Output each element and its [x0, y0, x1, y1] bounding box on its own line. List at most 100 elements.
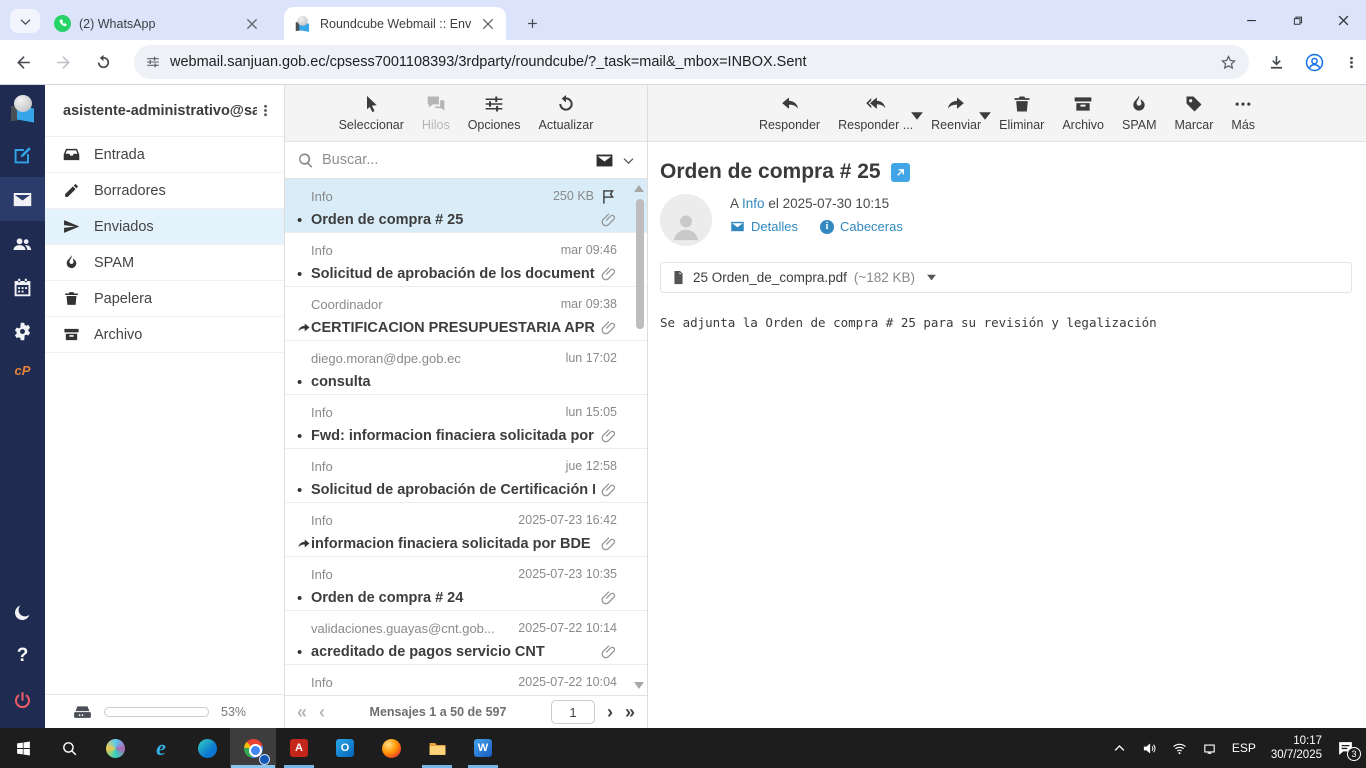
- next-page-button[interactable]: ›: [607, 703, 613, 721]
- unread-dot: •: [297, 643, 303, 661]
- restore-button[interactable]: [1274, 0, 1320, 40]
- cpanel-icon[interactable]: cP: [15, 353, 31, 387]
- nav-compose-button[interactable]: [0, 133, 45, 177]
- nav-settings-button[interactable]: [0, 309, 45, 353]
- message-row[interactable]: Info jue 12:58 • Solicitud de aprobación…: [285, 449, 647, 503]
- seleccionar-button[interactable]: Seleccionar: [330, 94, 413, 132]
- volume-icon[interactable]: [1142, 741, 1157, 756]
- attachment-menu-caret-icon[interactable]: [924, 270, 939, 285]
- page-number-input[interactable]: [550, 700, 595, 724]
- close-tab-icon[interactable]: [480, 16, 496, 32]
- message-row[interactable]: Coordinador mar 09:38 CERTIFICACION PRES…: [285, 287, 647, 341]
- profile-icon[interactable]: [1304, 52, 1325, 73]
- minimize-button[interactable]: [1228, 0, 1274, 40]
- headers-toggle[interactable]: i Cabeceras: [819, 219, 903, 234]
- address-bar[interactable]: webmail.sanjuan.gob.ec/cpsess7001108393/…: [134, 45, 1249, 79]
- tray-chevron-icon[interactable]: [1112, 741, 1127, 756]
- search-icon: [297, 152, 314, 169]
- unread-dot: •: [297, 589, 303, 607]
- close-tab-icon[interactable]: [244, 16, 260, 32]
- sender-avatar: [660, 194, 712, 246]
- responder-button[interactable]: Responder ...: [829, 94, 922, 132]
- attachment-name[interactable]: 25 Orden_de_compra.pdf: [693, 270, 847, 285]
- windows-taskbar: e A O W ESP 10:17 30/7/2025 3: [0, 728, 1366, 768]
- scroll-up-arrow[interactable]: [634, 185, 644, 192]
- folder-item-papelera[interactable]: Papelera: [45, 281, 284, 317]
- folder-item-archivo[interactable]: Archivo: [45, 317, 284, 353]
- start-button[interactable]: [0, 728, 46, 768]
- account-name: asistente-administrativo@sa...: [63, 102, 257, 119]
- reenviar-button[interactable]: Reenviar: [922, 94, 990, 132]
- firefox-icon[interactable]: [368, 728, 414, 768]
- browser-menu-icon[interactable]: [1343, 54, 1360, 71]
- url-text: webmail.sanjuan.gob.ec/cpsess7001108393/…: [170, 54, 807, 70]
- folder-item-entrada[interactable]: Entrada: [45, 137, 284, 173]
- message-row[interactable]: Info 2025-07-23 16:42 informacion finaci…: [285, 503, 647, 557]
- last-page-button[interactable]: »: [625, 703, 635, 721]
- help-icon[interactable]: ?: [0, 634, 45, 678]
- site-info-icon[interactable]: [146, 55, 160, 69]
- marcar-button[interactable]: Marcar: [1166, 94, 1223, 132]
- message-row[interactable]: validaciones.guayas@cnt.gob... 2025-07-2…: [285, 611, 647, 665]
- word-icon[interactable]: W: [460, 728, 506, 768]
- m-s-button[interactable]: Más: [1222, 94, 1264, 132]
- search-input[interactable]: [322, 152, 587, 168]
- nav-contacts-button[interactable]: [0, 221, 45, 265]
- taskbar-search-button[interactable]: [46, 728, 92, 768]
- open-in-new-window-icon[interactable]: [890, 162, 910, 182]
- edge-icon[interactable]: [184, 728, 230, 768]
- downloads-icon[interactable]: [1267, 53, 1286, 72]
- responder-button[interactable]: Responder: [750, 94, 829, 132]
- internet-explorer-icon[interactable]: e: [138, 728, 184, 768]
- recipient-link[interactable]: Info: [742, 196, 765, 211]
- actualizar-button[interactable]: Actualizar: [530, 94, 603, 132]
- message-row[interactable]: Info 2025-07-23 10:35 • Orden de compra …: [285, 557, 647, 611]
- message-row[interactable]: Info lun 15:05 • Fwd: informacion finaci…: [285, 395, 647, 449]
- hilos-button[interactable]: Hilos: [413, 94, 459, 132]
- scroll-down-arrow[interactable]: [634, 682, 644, 689]
- cast-icon[interactable]: [1202, 741, 1217, 756]
- list-scrollbar[interactable]: [636, 199, 644, 329]
- logout-icon[interactable]: [0, 678, 45, 722]
- tab-roundcube[interactable]: Roundcube Webmail :: Enviados: [284, 7, 506, 40]
- nav-mail-button[interactable]: [0, 177, 45, 221]
- eliminar-button[interactable]: Eliminar: [990, 94, 1053, 132]
- notification-center-icon[interactable]: 3: [1337, 740, 1361, 761]
- folder-item-enviados[interactable]: Enviados: [45, 209, 284, 245]
- tab-whatsapp[interactable]: (2) WhatsApp: [44, 7, 270, 40]
- nav-calendar-button[interactable]: [0, 265, 45, 309]
- search-bar: [285, 142, 647, 179]
- attachment-row[interactable]: 25 Orden_de_compra.pdf (~182 KB): [660, 262, 1352, 293]
- account-menu-icon[interactable]: [257, 102, 274, 119]
- spam-button[interactable]: SPAM: [1113, 94, 1166, 132]
- message-row[interactable]: Info 250 KB • Orden de compra # 25: [285, 179, 647, 233]
- copilot-icon[interactable]: [92, 728, 138, 768]
- first-page-button[interactable]: «: [297, 703, 307, 721]
- wifi-icon[interactable]: [1172, 741, 1187, 756]
- bookmark-star-icon[interactable]: [1220, 54, 1237, 71]
- folder-item-spam[interactable]: SPAM: [45, 245, 284, 281]
- archivo-button[interactable]: Archivo: [1053, 94, 1113, 132]
- prev-page-button[interactable]: ‹: [319, 703, 325, 721]
- new-tab-button[interactable]: [520, 11, 544, 35]
- chrome-icon[interactable]: [230, 728, 276, 768]
- close-window-button[interactable]: [1320, 0, 1366, 40]
- message-row[interactable]: Info 2025-07-22 10:04: [285, 665, 647, 695]
- search-scope-icon[interactable]: [595, 151, 614, 170]
- dark-mode-icon[interactable]: [0, 590, 45, 634]
- tab-list-chevron[interactable]: [10, 9, 40, 33]
- message-row[interactable]: Info mar 09:46 • Solicitud de aprobación…: [285, 233, 647, 287]
- outlook-icon[interactable]: O: [322, 728, 368, 768]
- file-explorer-icon[interactable]: [414, 728, 460, 768]
- acrobat-icon[interactable]: A: [276, 728, 322, 768]
- search-options-chevron-icon[interactable]: [622, 154, 635, 167]
- message-row[interactable]: diego.moran@dpe.gob.ec lun 17:02 • consu…: [285, 341, 647, 395]
- details-toggle[interactable]: Detalles: [730, 219, 798, 234]
- clock[interactable]: 10:17 30/7/2025: [1271, 734, 1322, 762]
- reload-button[interactable]: [86, 45, 120, 79]
- folder-item-borradores[interactable]: Borradores: [45, 173, 284, 209]
- opciones-button[interactable]: Opciones: [459, 94, 530, 132]
- back-button[interactable]: [6, 45, 40, 79]
- forward-button[interactable]: [46, 45, 80, 79]
- language-indicator[interactable]: ESP: [1232, 741, 1256, 755]
